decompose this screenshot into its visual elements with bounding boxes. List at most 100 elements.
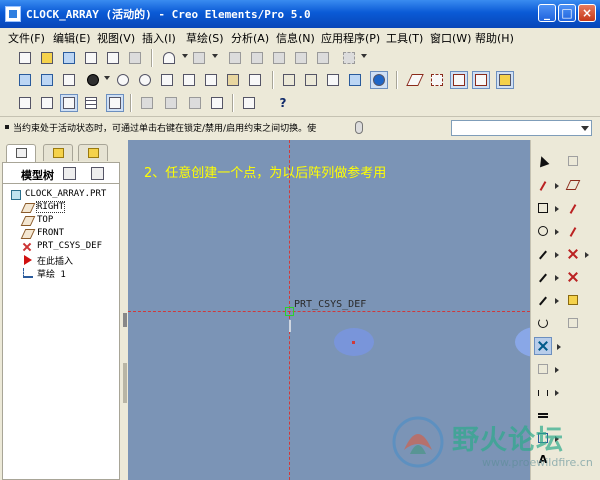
menu-applications[interactable]: 应用程序(P) — [321, 30, 380, 46]
zoom-in-button[interactable] — [114, 71, 132, 89]
circle-tool[interactable] — [534, 222, 552, 240]
appearance-button[interactable] — [84, 71, 102, 89]
centerline-flyout-arrow[interactable] — [555, 183, 559, 189]
text-tool[interactable]: A — [534, 451, 552, 469]
constraint-display-button[interactable] — [60, 94, 78, 112]
sketch-orient-button[interactable] — [16, 94, 34, 112]
sketch-settings-button[interactable] — [240, 94, 258, 112]
menu-tools[interactable]: 工具(T) — [386, 30, 423, 46]
datum-point-tool[interactable] — [564, 245, 582, 263]
copy-button[interactable] — [248, 49, 266, 67]
cut-button[interactable] — [226, 49, 244, 67]
selection-filter-button[interactable] — [340, 49, 358, 67]
tree-settings-icon[interactable] — [63, 167, 76, 180]
send-link-button[interactable] — [126, 49, 144, 67]
menu-edit[interactable]: 编辑(E) — [53, 30, 91, 46]
circle-flyout-arrow[interactable] — [555, 229, 559, 235]
enhanced-realism-button[interactable] — [370, 71, 388, 89]
menu-window[interactable]: 窗口(W) — [430, 30, 471, 46]
chamfer-tool[interactable] — [534, 291, 552, 309]
undo-dropdown-arrow[interactable] — [182, 54, 188, 58]
repaint-button[interactable] — [16, 71, 34, 89]
datum-curve-tool[interactable] — [564, 222, 582, 240]
chamfer-flyout-arrow[interactable] — [555, 298, 559, 304]
tab-folder-browser[interactable] — [43, 144, 73, 161]
close-button[interactable]: × — [578, 4, 596, 22]
datum-point-flyout-arrow[interactable] — [585, 252, 589, 258]
centerline-tool[interactable] — [534, 176, 552, 194]
tree-filter-icon[interactable] — [91, 167, 104, 180]
refit-button[interactable] — [158, 71, 176, 89]
tab-favorites[interactable] — [78, 144, 108, 161]
rectangle-flyout-arrow[interactable] — [555, 206, 559, 212]
orient-mode-button[interactable] — [60, 71, 78, 89]
print-button[interactable] — [82, 49, 100, 67]
redo-button[interactable] — [190, 49, 208, 67]
paste-button[interactable] — [270, 49, 288, 67]
sketched-point[interactable] — [352, 341, 355, 344]
regenerate-button[interactable] — [314, 49, 332, 67]
selection-dropdown-arrow[interactable] — [361, 54, 367, 58]
send-mail-button[interactable] — [104, 49, 122, 67]
view-manager-button[interactable] — [246, 71, 264, 89]
appearance-dropdown-arrow[interactable] — [104, 76, 110, 80]
arc-tool[interactable] — [534, 245, 552, 263]
maximize-button[interactable]: □ — [558, 4, 576, 22]
datum-plane-tool[interactable] — [564, 176, 582, 194]
constraint-flyout-arrow[interactable] — [555, 436, 559, 442]
model-tree-label[interactable]: 模型树 — [21, 167, 54, 183]
point-flyout-arrow[interactable] — [557, 344, 561, 350]
menu-insert[interactable]: 插入(I) — [142, 30, 176, 46]
annotation-toggle[interactable] — [496, 71, 514, 89]
datum-axes-toggle[interactable] — [428, 71, 446, 89]
graphics-window[interactable]: 2、任意创建一个点，为以后阵列做参考用 PRT_CSYS_DEF — [128, 140, 530, 480]
no-hidden-button[interactable] — [324, 71, 342, 89]
menu-file[interactable]: 文件(F) — [8, 30, 45, 46]
sketch-setup-tool[interactable] — [564, 152, 582, 170]
point-tool[interactable] — [534, 337, 552, 355]
sketch-diagnostic-3[interactable] — [186, 94, 204, 112]
use-edge-tool[interactable] — [534, 360, 552, 378]
layers-button[interactable] — [224, 71, 242, 89]
select-tool[interactable] — [534, 152, 552, 170]
sketch-diagnostic-2[interactable] — [162, 94, 180, 112]
fillet-flyout-arrow[interactable] — [555, 275, 559, 281]
fillet-tool[interactable] — [534, 268, 552, 286]
datum-points-toggle[interactable] — [450, 71, 468, 89]
modify-tool[interactable] — [534, 406, 552, 424]
spin-center-button[interactable] — [38, 71, 56, 89]
save-button[interactable] — [60, 49, 78, 67]
shading-button[interactable] — [346, 71, 364, 89]
dimension-flyout-arrow[interactable] — [555, 390, 559, 396]
wireframe-button[interactable] — [280, 71, 298, 89]
datum-planes-toggle[interactable] — [406, 71, 424, 89]
context-help-button[interactable]: ? — [274, 94, 292, 112]
minimize-button[interactable]: _ — [538, 4, 556, 22]
spline-tool[interactable] — [534, 314, 552, 332]
use-edge-flyout-arrow[interactable] — [555, 367, 559, 373]
saved-views-button[interactable] — [202, 71, 220, 89]
menu-view[interactable]: 视图(V) — [97, 30, 135, 46]
undo-button[interactable] — [160, 49, 178, 67]
sketch-diagnostic-4[interactable] — [208, 94, 226, 112]
sketch-diagnostic-1[interactable] — [138, 94, 156, 112]
arc-flyout-arrow[interactable] — [555, 252, 559, 258]
tab-model-tree[interactable] — [6, 144, 36, 162]
navigator-collapse-handle[interactable] — [123, 313, 127, 327]
smart-filter-select[interactable] — [451, 120, 592, 136]
reorient-button[interactable] — [180, 71, 198, 89]
vertex-display-button[interactable] — [106, 94, 124, 112]
grid-display-button[interactable] — [82, 94, 100, 112]
menu-sketch[interactable]: 草绘(S) — [186, 30, 224, 46]
analysis-feature-tool[interactable] — [564, 291, 582, 309]
menu-help[interactable]: 帮助(H) — [475, 30, 514, 46]
dimension-tool[interactable] — [534, 383, 552, 401]
redo-dropdown-arrow[interactable] — [212, 54, 218, 58]
csys-toggle[interactable] — [472, 71, 490, 89]
sketched-point-highlight[interactable] — [334, 328, 374, 356]
coordinate-system-tool[interactable] — [564, 268, 582, 286]
datum-axis-tool[interactable] — [564, 199, 582, 217]
navigator-resize-handle[interactable] — [123, 363, 127, 403]
hidden-line-button[interactable] — [302, 71, 320, 89]
menu-analysis[interactable]: 分析(A) — [231, 30, 269, 46]
